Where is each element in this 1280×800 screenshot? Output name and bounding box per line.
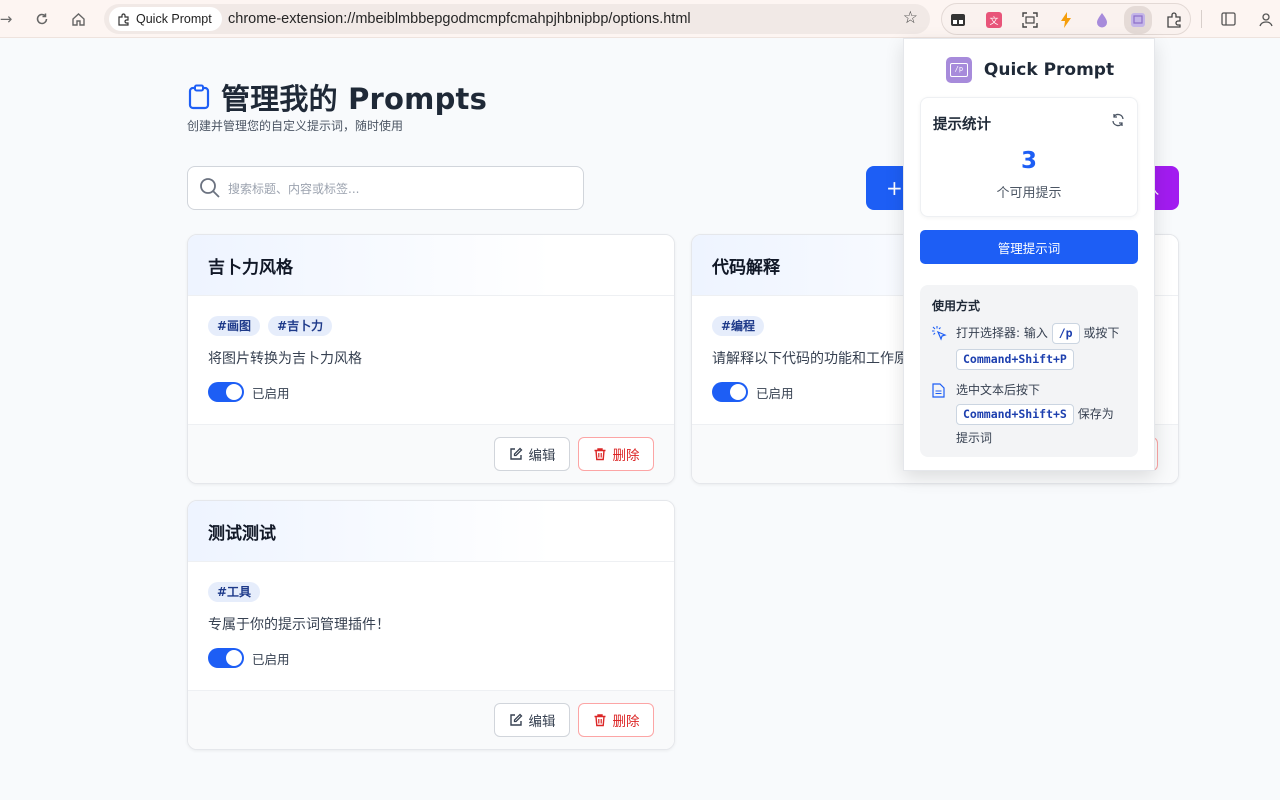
reload-icon[interactable] bbox=[32, 9, 52, 29]
card-header: 测试测试 bbox=[188, 501, 674, 562]
address-bar[interactable]: Quick Prompt chrome-extension://mbeiblmb… bbox=[104, 4, 930, 34]
svg-text:文: 文 bbox=[989, 15, 998, 27]
prompt-card: 测试测试 #工具 专属于你的提示词管理插件！ 已启用 编辑 删除 bbox=[187, 500, 675, 750]
toolbar-separator bbox=[1201, 10, 1202, 28]
site-chip[interactable]: Quick Prompt bbox=[109, 7, 222, 31]
trash-icon bbox=[594, 714, 605, 727]
usage-item-save: 选中文本后按下 Command+Shift+S 保存为 提示词 bbox=[932, 378, 1126, 450]
browser-toolbar: → Quick Prompt chrome-extension://mbeibl… bbox=[0, 0, 1280, 38]
screenshot-extension-icon[interactable] bbox=[1019, 9, 1041, 31]
quick-prompt-extension-icon[interactable] bbox=[1124, 6, 1152, 34]
enabled-toggle[interactable] bbox=[208, 648, 244, 668]
card-description: 专属于你的提示词管理插件！ bbox=[208, 617, 390, 633]
quick-prompt-logo-icon: /p bbox=[945, 57, 972, 83]
edit-label: 编辑 bbox=[528, 448, 556, 464]
search-icon bbox=[200, 178, 220, 198]
page-title: 管理我的 Prompts bbox=[187, 76, 487, 118]
usage-2-post2: 提示词 bbox=[956, 431, 993, 445]
card-title: 测试测试 bbox=[208, 524, 276, 544]
card-header: 吉卜力风格 bbox=[188, 235, 674, 296]
prompt-card: 吉卜力风格 #画图 #吉卜力 将图片转换为吉卜力风格 已启用 编辑 删除 bbox=[187, 234, 675, 484]
popup-header: /p Quick Prompt bbox=[904, 57, 1156, 83]
cursor-click-icon bbox=[932, 321, 948, 370]
edit-label: 编辑 bbox=[528, 714, 556, 730]
extension-icon-1[interactable] bbox=[947, 9, 969, 31]
extensions-group: 文 bbox=[941, 3, 1191, 35]
tag[interactable]: #编程 bbox=[712, 316, 765, 336]
delete-button[interactable]: 删除 bbox=[578, 437, 654, 471]
delete-label: 删除 bbox=[612, 714, 640, 730]
popup-title: Quick Prompt bbox=[983, 60, 1115, 80]
prompt-count-label: 个可用提示 bbox=[996, 186, 1062, 201]
edit-icon bbox=[509, 447, 522, 460]
extension-puzzle-icon bbox=[118, 12, 129, 26]
home-icon[interactable] bbox=[68, 9, 88, 29]
page-subtitle: 创建并管理您的自定义提示词，随时使用 bbox=[187, 119, 404, 133]
tag[interactable]: #画图 bbox=[208, 316, 261, 336]
usage-1-mid: 或按下 bbox=[1083, 326, 1120, 340]
page-heading: 管理我的 Prompts bbox=[221, 82, 488, 116]
edit-button[interactable]: 编辑 bbox=[494, 437, 570, 471]
shortcut-key: Command+Shift+S bbox=[956, 404, 1074, 425]
refresh-icon[interactable] bbox=[1111, 113, 1125, 131]
extensions-menu-icon[interactable] bbox=[1163, 9, 1185, 31]
clipboard-icon bbox=[188, 84, 210, 110]
usage-2-post: 保存为 bbox=[1077, 407, 1114, 421]
usage-1-text: 打开选择器: 输入 bbox=[956, 326, 1048, 340]
site-chip-label: Quick Prompt bbox=[136, 12, 212, 26]
delete-button[interactable]: 删除 bbox=[578, 703, 654, 737]
enabled-label: 已启用 bbox=[252, 651, 290, 667]
card-body: #画图 #吉卜力 将图片转换为吉卜力风格 已启用 bbox=[188, 296, 674, 424]
prompt-count: 3 bbox=[1020, 148, 1037, 174]
search-box[interactable] bbox=[187, 166, 584, 210]
extension-popup: /p Quick Prompt 提示统计 3 个可用提示 管理提示词 使用方式 … bbox=[903, 38, 1155, 471]
edit-icon bbox=[509, 713, 522, 726]
usage-title: 使用方式 bbox=[932, 299, 981, 313]
edit-button[interactable]: 编辑 bbox=[494, 703, 570, 737]
add-label: + bbox=[886, 176, 903, 200]
shortcut-key: /p bbox=[1051, 323, 1080, 344]
bookmark-star-icon[interactable]: ☆ bbox=[903, 8, 918, 28]
drop-extension-icon[interactable] bbox=[1091, 9, 1113, 31]
stats-label: 提示统计 bbox=[933, 117, 991, 133]
translate-extension-icon[interactable]: 文 bbox=[983, 9, 1005, 31]
tag[interactable]: #吉卜力 bbox=[268, 316, 333, 336]
search-input[interactable] bbox=[228, 178, 568, 200]
tag[interactable]: #工具 bbox=[208, 582, 261, 602]
trash-icon bbox=[594, 448, 605, 461]
manage-prompts-button[interactable]: 管理提示词 bbox=[920, 230, 1138, 264]
profile-icon[interactable] bbox=[1256, 9, 1276, 29]
shortcut-key: Command+Shift+P bbox=[956, 348, 1074, 370]
card-body: #工具 专属于你的提示词管理插件！ 已启用 bbox=[188, 562, 674, 690]
stats-card: 提示统计 3 个可用提示 bbox=[920, 97, 1138, 217]
lightning-extension-icon[interactable] bbox=[1055, 9, 1077, 31]
forward-icon[interactable]: → bbox=[0, 9, 16, 29]
usage-panel: 使用方式 打开选择器: 输入 /p 或按下 Command+Shift+P 选中… bbox=[920, 285, 1138, 457]
enabled-toggle[interactable] bbox=[208, 382, 244, 402]
usage-item-open: 打开选择器: 输入 /p 或按下 Command+Shift+P bbox=[932, 321, 1126, 370]
card-title: 吉卜力风格 bbox=[208, 258, 293, 278]
enabled-toggle[interactable] bbox=[712, 382, 748, 402]
delete-label: 删除 bbox=[612, 448, 640, 464]
url-text[interactable]: chrome-extension://mbeiblmbbepgodmcmpfcm… bbox=[228, 11, 691, 27]
side-panel-icon[interactable] bbox=[1218, 9, 1238, 29]
enabled-label: 已启用 bbox=[756, 385, 794, 401]
card-footer: 编辑 删除 bbox=[188, 424, 674, 483]
document-icon bbox=[932, 378, 948, 450]
card-footer: 编辑 删除 bbox=[188, 690, 674, 749]
usage-2-text: 选中文本后按下 bbox=[956, 383, 1041, 397]
card-description: 将图片转换为吉卜力风格 bbox=[208, 351, 362, 367]
enabled-label: 已启用 bbox=[252, 385, 290, 401]
